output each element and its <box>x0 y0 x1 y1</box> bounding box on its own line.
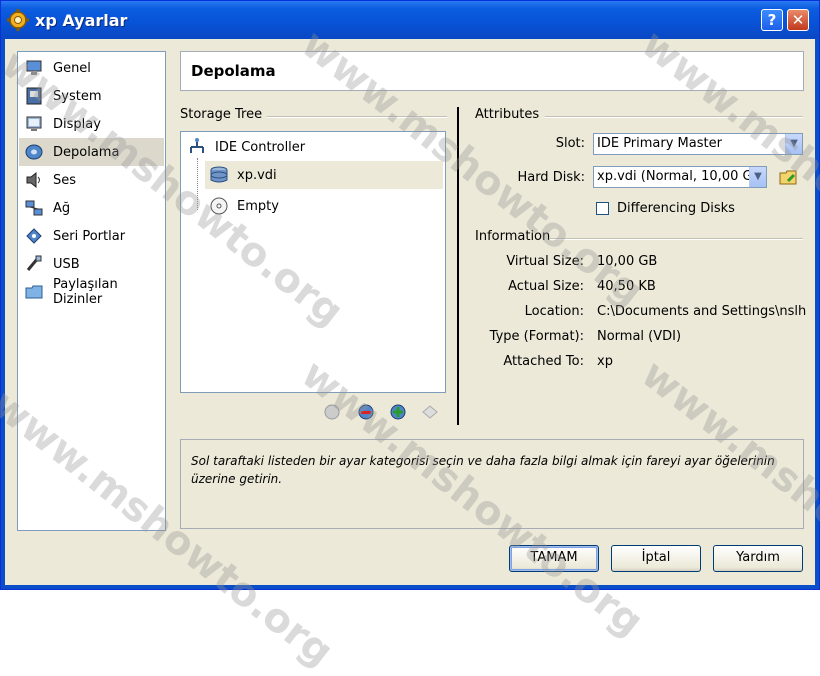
sidebar-item-ses[interactable]: Ses <box>19 166 164 194</box>
cd-empty-icon <box>210 197 228 215</box>
gear-icon <box>7 9 29 31</box>
open-folder-icon[interactable] <box>779 167 799 187</box>
hard-disk-label: Hard Disk: <box>517 170 585 185</box>
network-icon <box>25 200 43 216</box>
sidebar-item-genel[interactable]: Genel <box>19 54 164 82</box>
attached-to-value: xp <box>597 354 613 369</box>
page-header: Depolama <box>180 51 804 91</box>
title-bar[interactable]: xp Ayarlar ? ✕ <box>1 1 819 39</box>
chevron-down-icon[interactable]: ▼ <box>785 134 802 154</box>
sidebar-item-ag[interactable]: Ağ <box>19 194 164 222</box>
tree-item-xp-vdi[interactable]: xp.vdi <box>205 161 443 189</box>
virtual-size-label: Virtual Size: <box>506 254 584 269</box>
differencing-disks-checkbox[interactable] <box>596 202 609 215</box>
settings-category-list: Genel System Display Depolama Ses Ağ Ser… <box>17 51 166 531</box>
hard-disk-icon <box>210 166 228 183</box>
page-title: Depolama <box>191 62 276 80</box>
cancel-button[interactable]: İptal <box>611 545 701 572</box>
divider <box>550 238 803 240</box>
sidebar-item-paylasilan-dizinler[interactable]: Paylaşılan Dizinler <box>19 277 164 307</box>
tree-item-label: xp.vdi <box>237 167 277 183</box>
sidebar-item-label: Seri Portlar <box>53 228 126 244</box>
chevron-down-icon[interactable]: ▼ <box>749 167 766 187</box>
information-label: Information <box>475 229 555 244</box>
type-format-value: Normal (VDI) <box>597 329 682 344</box>
sidebar-item-usb[interactable]: USB <box>19 250 164 278</box>
tree-item-ide-controller[interactable]: IDE Controller <box>187 136 305 158</box>
window-title: xp Ayarlar <box>35 11 128 30</box>
actual-size-label: Actual Size: <box>508 279 584 294</box>
sidebar-item-label: Ağ <box>53 200 71 216</box>
monitor-icon <box>26 60 42 75</box>
system-board-icon <box>26 87 42 105</box>
help-panel: Sol taraftaki listeden bir ayar kategori… <box>180 439 804 529</box>
display-icon <box>26 116 42 131</box>
remove-controller-icon[interactable] <box>357 403 375 421</box>
sidebar-item-label: USB <box>53 256 80 272</box>
divider <box>267 116 447 118</box>
tree-connector <box>197 158 199 210</box>
slot-label: Slot: <box>555 136 585 151</box>
sidebar-item-label: Display <box>53 116 101 132</box>
hard-disk-value: xp.vdi (Normal, 10,00 GB) <box>597 169 767 184</box>
sidebar-item-label: Genel <box>53 60 91 76</box>
sidebar-item-label: Paylaşılan Dizinler <box>53 277 118 307</box>
remove-attachment-icon[interactable] <box>421 403 439 421</box>
slot-select[interactable]: IDE Primary Master ▼ <box>593 133 803 155</box>
location-value: C:\Documents and Settings\nslh... <box>597 304 807 319</box>
help-text: Sol taraftaki listeden bir ayar kategori… <box>191 454 775 486</box>
close-button[interactable]: ✕ <box>787 9 809 31</box>
attached-to-label: Attached To: <box>503 354 584 369</box>
type-format-label: Type (Format): <box>489 329 584 344</box>
sidebar-item-display[interactable]: Display <box>19 110 164 138</box>
sidebar-item-depolama[interactable]: Depolama <box>19 138 164 166</box>
hard-disk-select[interactable]: xp.vdi (Normal, 10,00 GB) ▼ <box>593 166 767 188</box>
actual-size-value: 40,50 KB <box>597 279 656 294</box>
storage-tree-label: Storage Tree <box>180 107 267 122</box>
attributes-label: Attributes <box>475 107 544 122</box>
virtual-size-value: 10,00 GB <box>597 254 658 269</box>
serial-port-icon <box>26 228 42 244</box>
divider <box>545 116 803 118</box>
vertical-splitter[interactable] <box>457 107 459 425</box>
ok-button[interactable]: TAMAM <box>509 545 599 572</box>
usb-icon <box>26 255 42 271</box>
speaker-icon <box>26 171 40 189</box>
sidebar-item-label: System <box>53 88 102 104</box>
storage-disk-icon <box>25 144 43 160</box>
help-button[interactable]: Yardım <box>713 545 803 572</box>
sidebar-item-label: Depolama <box>53 144 120 160</box>
sidebar-item-label: Ses <box>53 172 77 188</box>
controller-icon <box>190 138 204 153</box>
tree-item-label: Empty <box>237 198 279 214</box>
sidebar-item-seri-portlar[interactable]: Seri Portlar <box>19 222 164 250</box>
dialog-body: Genel System Display Depolama Ses Ağ Ser… <box>5 39 815 585</box>
help-title-button[interactable]: ? <box>761 9 783 31</box>
location-label: Location: <box>524 304 584 319</box>
sidebar-item-system[interactable]: System <box>19 82 164 110</box>
settings-window: xp Ayarlar ? ✕ Genel System Display Depo… <box>0 0 820 676</box>
tree-item-label: IDE Controller <box>215 139 306 155</box>
slot-value: IDE Primary Master <box>597 136 722 151</box>
shared-folder-icon <box>25 285 43 299</box>
tree-item-empty[interactable]: Empty <box>209 193 279 219</box>
add-controller-icon[interactable] <box>323 403 341 421</box>
add-attachment-icon[interactable] <box>389 403 407 421</box>
storage-tree[interactable]: IDE Controller xp.vdi Empty <box>180 131 446 393</box>
differencing-disks-label: Differencing Disks <box>617 201 735 216</box>
